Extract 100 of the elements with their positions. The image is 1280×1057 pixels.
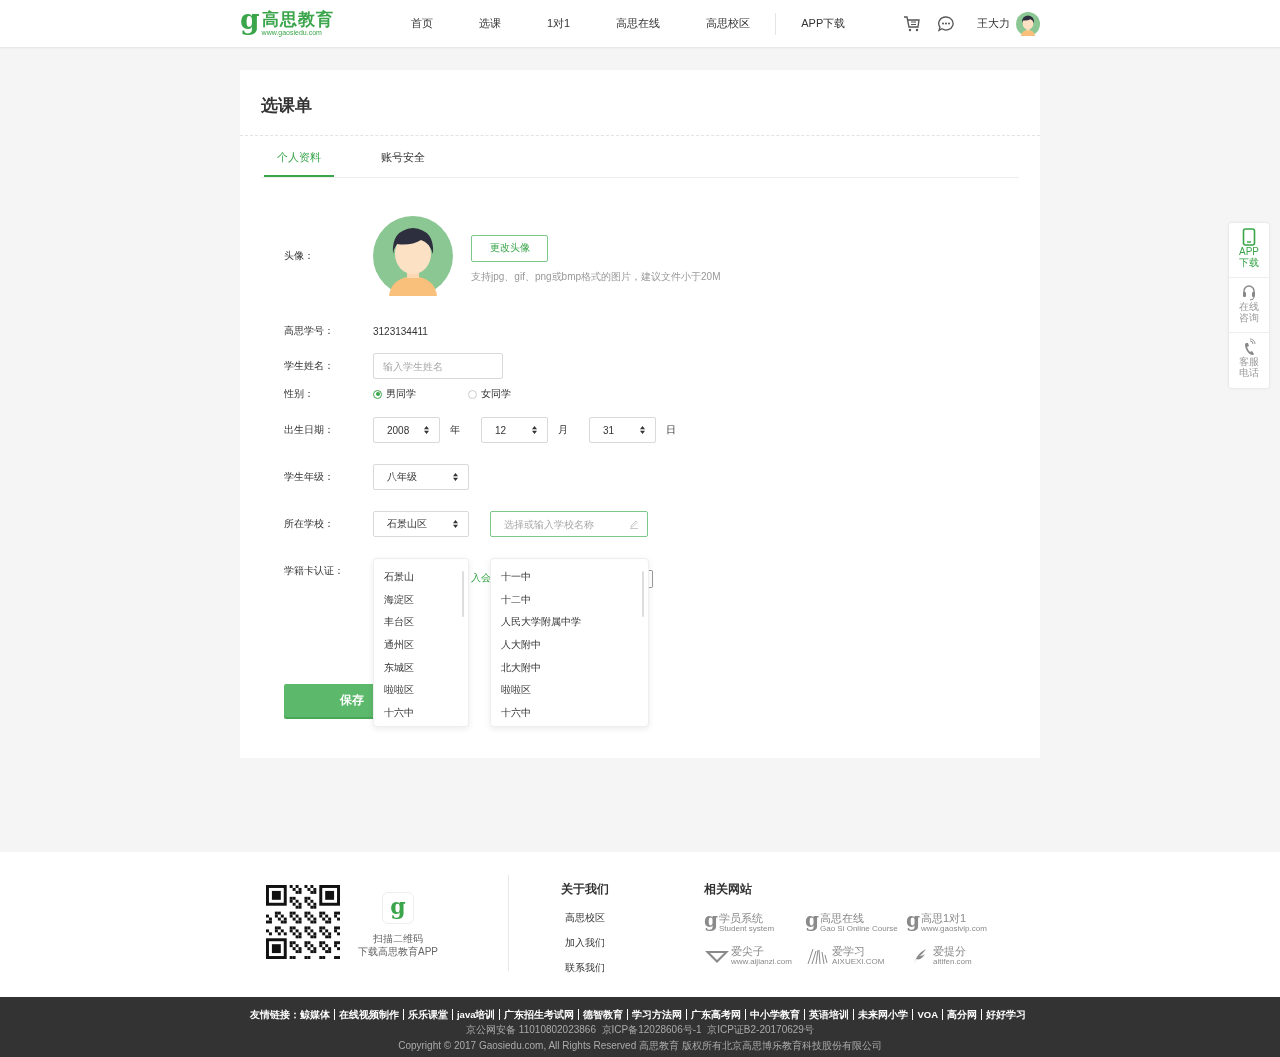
site-name: 高思在线: [820, 912, 865, 924]
site-logo-link[interactable]: 爱提分 aitifen.com: [906, 945, 996, 966]
friend-link[interactable]: 在线视频制作: [333, 1009, 403, 1020]
nav-link[interactable]: 高思校区: [683, 16, 774, 31]
nav-link[interactable]: APP下载: [778, 16, 869, 31]
dropdown-item[interactable]: 十六中: [501, 702, 648, 725]
chat-icon[interactable]: [937, 14, 955, 33]
field-label: 学生姓名：: [284, 359, 335, 373]
dropdown-item[interactable]: 通州区: [384, 634, 468, 657]
friend-link[interactable]: VOA: [912, 1009, 943, 1020]
links-label: 友情链接：: [249, 1009, 300, 1020]
field-label: 头像：: [284, 249, 315, 263]
dropdown-item[interactable]: 海淀区: [384, 588, 468, 612]
telephone-icon: [1242, 338, 1256, 356]
friend-link[interactable]: 高分网: [942, 1009, 982, 1020]
friend-link[interactable]: 英语培训: [804, 1009, 854, 1020]
nav-link[interactable]: 选课: [456, 16, 524, 31]
friend-link[interactable]: 鲸媒体: [299, 1009, 334, 1020]
date-select[interactable]: 31: [589, 417, 656, 443]
friend-link[interactable]: java培训: [451, 1009, 500, 1020]
site-logo-link[interactable]: 爱学习 AIXUEXI.COM: [805, 945, 906, 966]
sort-arrows-icon: [532, 426, 537, 434]
qr-caption: 扫描二维码 下载高思教育APP: [358, 932, 438, 958]
site-logo-link[interactable]: 爱尖子 www.aijianzi.com: [704, 945, 805, 966]
copyright-text: Copyright © 2017 Gaosiedu.com, All Rights Reserved 高思教育 版权所有北京高思博乐教育科技股份有限公司: [398, 1039, 882, 1053]
phone-icon: [1242, 228, 1256, 246]
site-subtitle: Student system: [719, 924, 775, 933]
field-label: 学生年级：: [284, 470, 335, 484]
grade-select[interactable]: 八年级: [373, 464, 469, 490]
logo-mark: g: [906, 909, 920, 930]
field-label: 高思学号：: [284, 324, 335, 338]
nav-link[interactable]: 高思在线: [593, 16, 684, 31]
friend-link[interactable]: 乐乐课堂: [402, 1009, 452, 1020]
site-name: 高思1对1: [921, 912, 968, 924]
logo-mark: g: [805, 909, 819, 930]
date-unit: 年: [449, 423, 461, 437]
logo-mark: g: [240, 5, 260, 34]
app-icon: g: [382, 892, 414, 924]
field-label: 出生日期：: [284, 423, 335, 437]
friend-link[interactable]: 广东高考网: [686, 1009, 746, 1020]
site-subtitle: www.aijianzi.com: [731, 957, 792, 966]
dropdown-item[interactable]: 东城区: [384, 656, 468, 680]
school-field[interactable]: 选择或输入学校名称: [490, 511, 648, 537]
page-title: 选课单: [240, 70, 1040, 136]
date-select[interactable]: 2008: [373, 417, 440, 443]
radio-option[interactable]: 女同学: [468, 387, 563, 401]
dropdown-item[interactable]: 人民大学附属中学: [501, 611, 648, 635]
site-subtitle: AIXUEXI.COM: [832, 957, 885, 966]
friend-link[interactable]: 好好学习: [981, 1009, 1031, 1020]
friend-link[interactable]: 学习方法网: [627, 1009, 687, 1020]
site-name: 爱尖子: [731, 945, 765, 957]
dropdown-item[interactable]: 人大附中: [501, 634, 648, 657]
dropdown-item[interactable]: 石景山: [384, 566, 468, 589]
friend-link[interactable]: 德智教育: [578, 1009, 628, 1020]
date-unit: 日: [665, 423, 677, 437]
friend-link[interactable]: 中小学教育: [745, 1009, 805, 1020]
scrollbar[interactable]: [462, 571, 464, 617]
date-unit: 月: [557, 423, 569, 437]
field-label: 性别：: [284, 387, 315, 401]
footer-link[interactable]: 联系我们: [565, 962, 704, 975]
site-name: 爱提分: [933, 945, 967, 957]
upload-hint: 支持jpg、gif、png或bmp格式的图片，建议文件小于20M: [471, 269, 721, 284]
dropdown-item[interactable]: 十二中: [501, 588, 648, 612]
logo-name: 高思教育: [261, 10, 334, 29]
site-name: 爱学习: [832, 945, 866, 957]
friend-link[interactable]: 未来网小学: [853, 1009, 913, 1020]
nav-link[interactable]: 首页: [388, 16, 456, 31]
dropdown-item[interactable]: 丰台区: [384, 611, 468, 635]
sort-arrows-icon: [453, 473, 458, 481]
user-name[interactable]: 王大力: [977, 16, 1010, 31]
avatar[interactable]: [1016, 11, 1040, 36]
dropdown-item[interactable]: 北大附中: [501, 656, 648, 680]
sort-arrows-icon: [640, 426, 645, 434]
date-select[interactable]: 12: [481, 417, 548, 443]
nav-link[interactable]: 1对1: [524, 16, 594, 31]
tab[interactable]: 账号安全: [356, 136, 450, 177]
scrollbar[interactable]: [642, 571, 644, 617]
site-subtitle: www.gaosivip.com: [921, 924, 987, 933]
footer-link[interactable]: 高思校区: [565, 912, 704, 925]
cart-icon[interactable]: [903, 14, 921, 33]
logo-mark: g: [704, 909, 718, 930]
sort-arrows-icon: [453, 520, 458, 528]
field-label: 所在学校：: [284, 517, 335, 531]
site-subtitle: Gao Si Online Course: [820, 924, 898, 933]
site-subtitle: aitifen.com: [933, 957, 972, 966]
name-field[interactable]: 输入学生姓名: [373, 353, 503, 379]
pencil-icon: [629, 519, 639, 529]
radio-option[interactable]: 男同学: [373, 387, 468, 401]
footer-heading: 关于我们: [561, 881, 610, 898]
sort-arrows-icon: [424, 426, 429, 434]
friend-link[interactable]: 广东招生考试网: [499, 1009, 579, 1020]
footer-heading: 相关网站: [704, 881, 753, 898]
district-select[interactable]: 石景山区: [373, 511, 469, 537]
footer-link[interactable]: 加入我们: [565, 937, 704, 950]
dropdown-item[interactable]: 十一中: [501, 566, 648, 589]
headset-icon: [1242, 283, 1256, 301]
site-name: 学员系统: [719, 912, 764, 924]
student-id: 3123134411: [373, 325, 428, 337]
field-label: 学籍卡认证：: [284, 564, 345, 578]
dropdown-item[interactable]: 啦啦区: [501, 679, 648, 703]
